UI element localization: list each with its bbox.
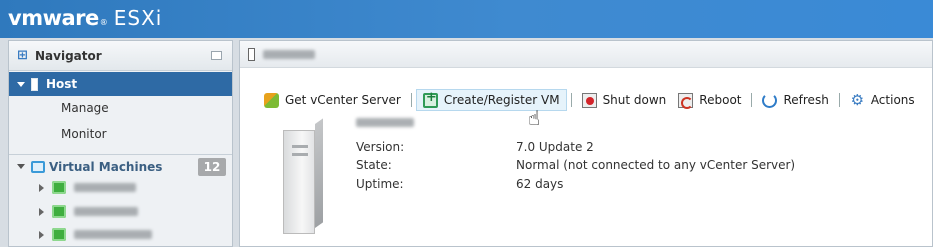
vm-count-badge: 12 xyxy=(198,158,226,176)
vm-name-redacted xyxy=(74,207,138,216)
hostname-redacted xyxy=(263,49,315,59)
vm-list-item[interactable] xyxy=(39,205,138,218)
host-server-image xyxy=(283,118,323,234)
refresh-label: Refresh xyxy=(783,93,829,107)
actions-button[interactable]: ⚙ Actions xyxy=(844,89,921,111)
reboot-button[interactable]: Reboot xyxy=(672,89,747,111)
navigator-panel: ⊞ Navigator Host Manage Monitor Virtual … xyxy=(8,40,233,247)
refresh-button[interactable]: Refresh xyxy=(756,89,834,111)
vm-powered-on-icon xyxy=(52,228,66,241)
collapse-panel-button[interactable] xyxy=(211,51,222,60)
vm-folder-icon xyxy=(31,160,45,173)
create-register-vm-label: Create/Register VM xyxy=(443,93,560,107)
state-label: State: xyxy=(356,158,392,172)
top-bar: vmware ® ESXi xyxy=(0,0,933,38)
navigator-header: ⊞ Navigator xyxy=(9,41,232,71)
create-register-vm-button[interactable]: Create/Register VM xyxy=(415,89,567,111)
uptime-value: 62 days xyxy=(516,177,564,191)
hostname-redacted xyxy=(356,118,414,127)
nav-item-monitor[interactable]: Monitor xyxy=(61,127,107,141)
gear-icon: ⚙ xyxy=(850,90,865,109)
toolbar-separator xyxy=(410,93,412,107)
registered-mark: ® xyxy=(99,18,108,27)
esxi-logo-text: ESXi xyxy=(113,6,163,30)
uptime-label: Uptime: xyxy=(356,177,404,191)
nav-item-vm-label: Virtual Machines xyxy=(49,159,163,174)
reboot-label: Reboot xyxy=(699,93,742,107)
version-value: 7.0 Update 2 xyxy=(516,140,594,154)
vm-powered-on-icon xyxy=(52,181,66,194)
create-vm-icon xyxy=(422,90,438,108)
vmware-logo-text: vmware xyxy=(8,6,99,30)
nav-item-host-label: Host xyxy=(46,77,78,91)
expand-arrow-icon[interactable] xyxy=(39,207,44,216)
vm-name-redacted xyxy=(74,183,136,192)
vm-list-item[interactable] xyxy=(39,228,152,241)
refresh-icon xyxy=(762,92,778,108)
host-toolbar: Get vCenter Server Create/Register VM Sh… xyxy=(258,89,921,111)
reboot-icon xyxy=(678,92,694,109)
expand-arrow-icon[interactable] xyxy=(39,183,44,192)
toolbar-separator xyxy=(751,93,753,107)
actions-label: Actions xyxy=(870,93,915,107)
vcenter-icon xyxy=(264,92,279,108)
version-label: Version: xyxy=(356,140,405,154)
navigator-title: Navigator xyxy=(35,48,102,63)
toolbar-separator xyxy=(570,93,572,107)
get-vcenter-server-button[interactable]: Get vCenter Server xyxy=(258,89,407,111)
vm-name-redacted xyxy=(74,230,152,239)
toolbar-separator xyxy=(838,93,840,107)
shut-down-button[interactable]: Shut down xyxy=(576,89,673,111)
shut-down-icon xyxy=(581,92,597,108)
shut-down-label: Shut down xyxy=(602,93,667,107)
expand-arrow-icon[interactable] xyxy=(17,81,25,87)
nav-item-manage[interactable]: Manage xyxy=(61,101,109,115)
navigator-icon: ⊞ xyxy=(17,47,28,63)
vmware-esxi-logo: vmware ® ESXi xyxy=(8,6,162,30)
get-vcenter-server-label: Get vCenter Server xyxy=(285,93,401,107)
expand-arrow-icon[interactable] xyxy=(39,230,44,239)
expand-arrow-icon[interactable] xyxy=(17,164,25,169)
hand-cursor-icon: ☝ xyxy=(528,106,541,130)
vm-list-item[interactable] xyxy=(39,181,136,194)
vm-powered-on-icon xyxy=(52,205,66,218)
host-icon xyxy=(248,47,255,61)
state-value: Normal (not connected to any vCenter Ser… xyxy=(516,158,796,172)
host-detail-header xyxy=(240,41,932,68)
nav-item-host[interactable]: Host xyxy=(9,72,232,96)
host-icon xyxy=(31,77,38,91)
nav-item-virtual-machines[interactable]: Virtual Machines 12 xyxy=(9,154,232,178)
